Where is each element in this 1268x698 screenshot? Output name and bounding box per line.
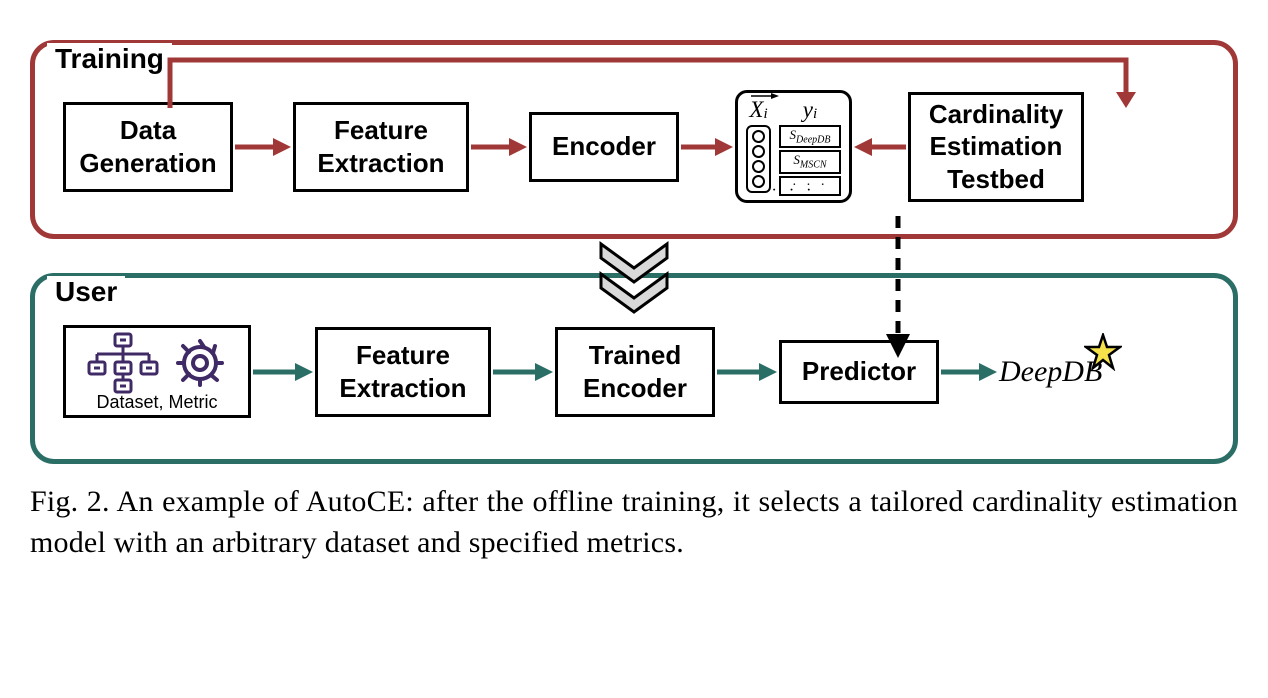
user-input-caption: Dataset, Metric bbox=[96, 392, 217, 413]
featext-user-l1: Feature bbox=[356, 339, 450, 372]
x-column: Xi bbox=[746, 97, 771, 193]
training-top-arrow bbox=[166, 52, 1136, 110]
arrow-datagen-featext bbox=[233, 132, 293, 162]
arrow-testbed-xy bbox=[852, 132, 908, 162]
output-deepdb: DeepDB bbox=[999, 355, 1102, 389]
arrow-trainedenc-predictor bbox=[715, 357, 779, 387]
xy-bottom-dots: · · · bbox=[738, 182, 849, 200]
testbed-l2: Estimation bbox=[930, 130, 1063, 163]
encoder-label: Encoder bbox=[552, 130, 656, 163]
star-icon bbox=[1084, 333, 1122, 371]
arrow-predictor-output bbox=[939, 357, 999, 387]
encoder-box: Encoder bbox=[529, 112, 679, 182]
user-input-box: Dataset, Metric bbox=[63, 325, 251, 418]
s-deepdb: SDeepDB bbox=[779, 125, 841, 149]
trained-encoder-box: Trained Encoder bbox=[555, 327, 715, 417]
chevron-down-icon bbox=[589, 240, 679, 318]
trainedenc-l2: Encoder bbox=[583, 372, 687, 405]
arrow-featext-encoder bbox=[469, 132, 529, 162]
arrow-featext-trainedenc bbox=[491, 357, 555, 387]
arrow-encoder-xy bbox=[679, 132, 735, 162]
arrow-user-input-featext bbox=[251, 357, 315, 387]
gear-icon bbox=[173, 336, 227, 390]
y-column: yi SDeepDB SMSCN · · · bbox=[779, 97, 841, 197]
data-generation-box: Data Generation bbox=[63, 102, 233, 192]
figure-caption: Fig. 2. An example of AutoCE: after the … bbox=[30, 482, 1238, 563]
testbed-l3: Testbed bbox=[947, 163, 1045, 196]
trainedenc-l1: Trained bbox=[589, 339, 681, 372]
user-row: Dataset, Metric Feature Extraction Train… bbox=[63, 304, 1205, 439]
feature-extraction-box-train: Feature Extraction bbox=[293, 102, 469, 192]
feature-extraction-box-user: Feature Extraction bbox=[315, 327, 491, 417]
s-mscn: SMSCN bbox=[779, 150, 841, 174]
training-label: Training bbox=[47, 43, 172, 75]
data-generation-l1: Data bbox=[120, 114, 176, 147]
featext-train-l2: Extraction bbox=[317, 147, 444, 180]
featext-user-l2: Extraction bbox=[339, 372, 466, 405]
featext-train-l1: Feature bbox=[334, 114, 428, 147]
data-generation-l2: Generation bbox=[79, 147, 216, 180]
dataset-schema-icon bbox=[87, 332, 159, 394]
dashed-arrow-xy-predictor bbox=[878, 212, 918, 362]
